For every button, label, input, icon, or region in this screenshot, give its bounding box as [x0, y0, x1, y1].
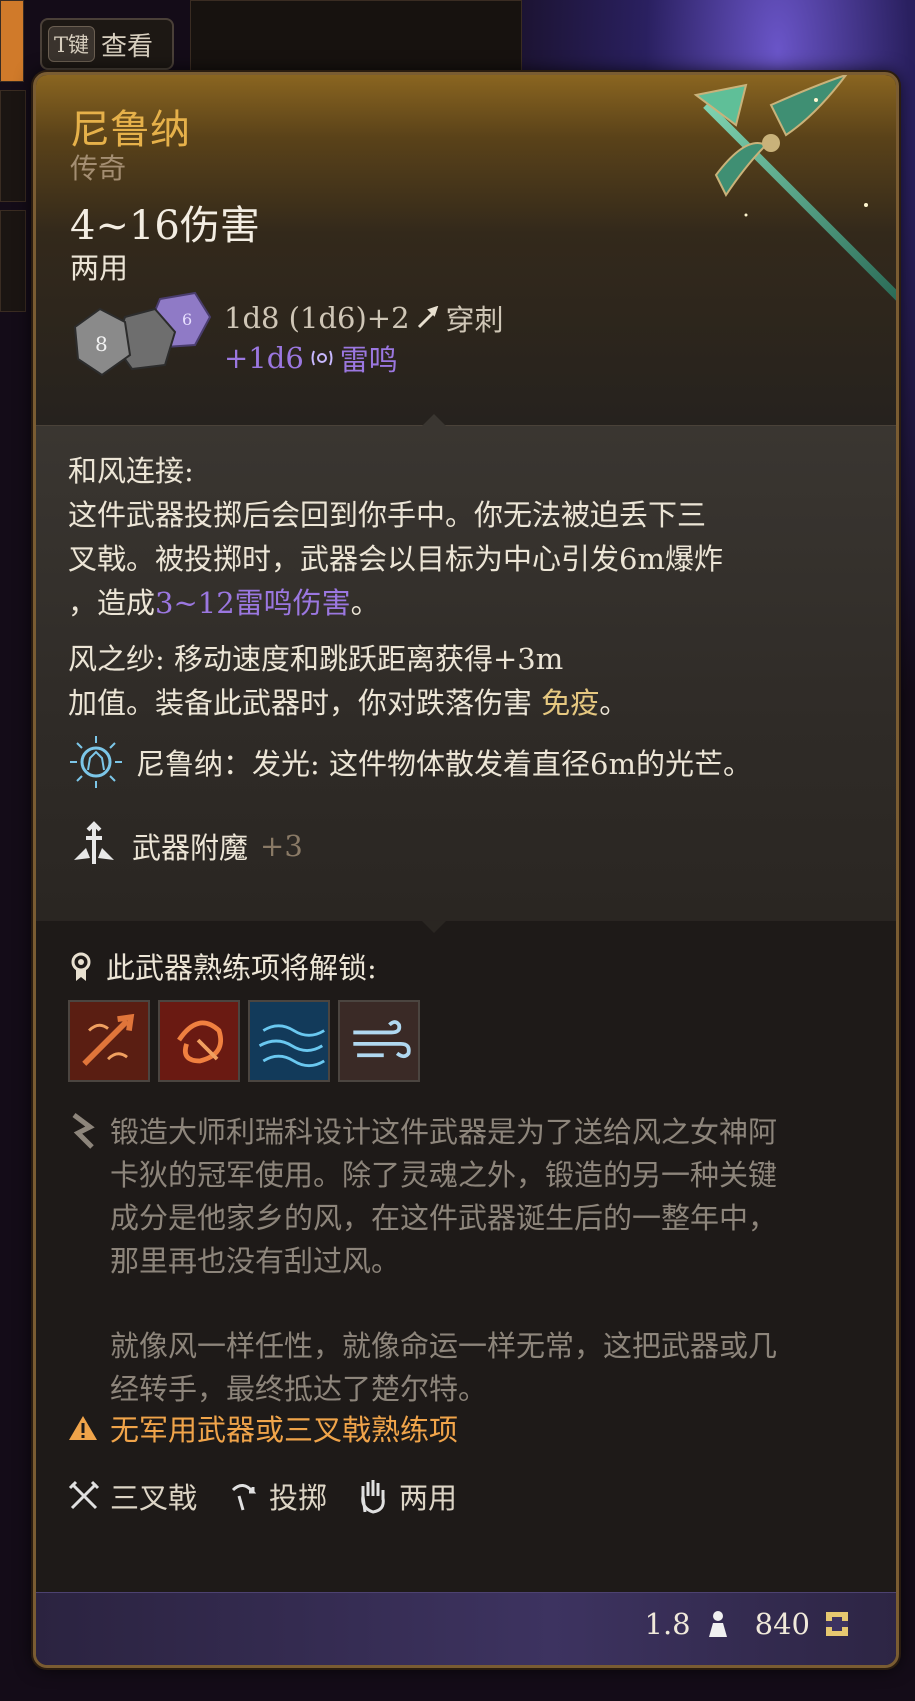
passive-line: 加值。装备此武器时，你对跌落伤害 免疫。	[68, 680, 628, 726]
proficiency-unlock-label: 此武器熟练项将解锁:	[106, 951, 377, 985]
bonus-damage-type: 雷鸣	[339, 343, 398, 377]
lore-line: 经转手，最终抵达了楚尔特。	[110, 1372, 488, 1406]
lore-line: 卡狄的冠军使用。除了灵魂之外，锻造的另一种关键	[110, 1158, 778, 1192]
background-panel	[0, 90, 26, 202]
lore-quill-icon	[72, 1113, 95, 1149]
bonus-damage-line: +1d6 雷鸣	[224, 337, 398, 379]
ability-line3-suffix: 。	[350, 586, 380, 620]
item-tooltip: 尼鲁纳 传奇 4~16伤害 两用 6 8 1d8 (1d6)+2 穿刺 +1d6…	[33, 72, 899, 1668]
tidal-flurry-icon[interactable]	[248, 1000, 330, 1082]
tag-weapon-type: 三叉戟	[68, 1475, 197, 1517]
proficiency-icon	[71, 952, 91, 981]
lore-line: 锻造大师利瑞科设计这件武器是为了送给风之女神阿	[110, 1115, 778, 1149]
damage-dice-text: 1d8 (1d6)+2	[224, 301, 410, 335]
tag-thrown: 投掷	[227, 1475, 327, 1517]
warning-text: 无军用武器或三叉戟熟练项	[110, 1413, 459, 1447]
lore-line: 那里再也没有刮过风。	[110, 1244, 401, 1278]
damage-dice-line: 1d8 (1d6)+2 穿刺	[224, 297, 504, 339]
tooltip-footer: 1.8 840	[36, 1592, 896, 1665]
piercing-icon	[417, 306, 438, 329]
section-divider	[422, 414, 446, 426]
immunity-highlight: 免疫	[541, 686, 600, 720]
damage-range: 4~16伤害	[70, 203, 260, 249]
gold-coin-icon	[826, 1612, 848, 1636]
hotkey-badge: T键	[48, 26, 96, 62]
section-divider	[422, 921, 446, 933]
background-panel	[0, 0, 24, 82]
wind-gust-icon[interactable]	[338, 1000, 420, 1082]
light-aura-icon	[70, 736, 122, 788]
crossed-weapons-icon	[68, 1480, 100, 1510]
proficiency-unlock-row: 此武器熟练项将解锁:	[68, 945, 377, 987]
svg-text:8: 8	[95, 332, 108, 356]
passive-line: 风之纱: 移动速度和跳跃距离获得+3m	[68, 642, 564, 676]
light-property: 尼鲁纳：发光: 这件物体散发着直径6m的光芒。	[68, 734, 752, 790]
thrown-label: 投掷	[269, 1481, 328, 1515]
light-text: 尼鲁纳：发光: 这件物体散发着直径6m的光芒。	[136, 747, 752, 781]
ability-title: 和风连接:	[68, 454, 194, 488]
trident-icon	[693, 75, 896, 301]
ability-line: 这件武器投掷后会回到你手中。你无法被迫丢下三	[68, 498, 707, 532]
lore-line: 成分是他家乡的风，在这件武器诞生后的一整年中，	[110, 1201, 778, 1235]
passive-line2-suffix: 。	[599, 686, 629, 720]
enchantment-property: 武器附魔 +3	[68, 820, 303, 872]
cleaving-spin-icon[interactable]	[158, 1000, 240, 1082]
hand-icon	[361, 1480, 385, 1514]
item-rarity: 传奇	[70, 152, 127, 185]
weight-value: 1.8	[644, 1607, 691, 1641]
proficiency-warning: 无军用武器或三叉戟熟练项	[68, 1407, 458, 1449]
examine-hint[interactable]: T键 查看	[40, 18, 174, 70]
description-section: 和风连接: 这件武器投掷后会回到你手中。你无法被迫丢下三 叉戟。被投掷时，武器会…	[36, 414, 896, 921]
thrown-icon	[231, 1484, 257, 1511]
proficiency-action-list	[68, 1000, 420, 1082]
enchantment-label: 武器附魔	[132, 831, 249, 865]
enchantment-value: +3	[260, 829, 303, 863]
passive-line2-prefix: 加值。装备此武器时，你对跌落伤害	[68, 686, 542, 720]
lore-line: 就像风一样任性，就像命运一样无常，这把武器或几	[110, 1329, 778, 1363]
weapon-enchantment-icon	[74, 821, 114, 864]
background-panel	[0, 210, 26, 312]
piercing-strike-icon[interactable]	[68, 1000, 150, 1082]
weapon-type-label: 三叉戟	[110, 1481, 198, 1515]
background-panel	[190, 0, 522, 72]
svg-text:6: 6	[182, 310, 192, 329]
tooltip-header: 尼鲁纳 传奇 4~16伤害 两用 6 8 1d8 (1d6)+2 穿刺 +1d6…	[36, 75, 896, 425]
examine-label: 查看	[101, 31, 154, 62]
thunder-damage-highlight: 3~12雷鸣伤害	[155, 586, 351, 620]
item-stats: 1.8 840	[645, 1607, 850, 1641]
thunder-icon	[311, 350, 333, 366]
damage-dice-icon: 6 8	[73, 291, 212, 377]
versatile-label: 两用	[399, 1481, 458, 1515]
ability-line3-prefix: ，造成	[68, 586, 156, 620]
warning-icon	[69, 1416, 97, 1440]
weapon-tags: 三叉戟 投掷 两用	[68, 1475, 457, 1517]
bonus-dice-text: +1d6	[224, 341, 304, 375]
weight-icon	[708, 1611, 727, 1637]
tag-versatile: 两用	[357, 1475, 457, 1517]
damage-type: 穿刺	[445, 303, 504, 337]
ability-line: 叉戟。被投掷时，武器会以目标为中心引发6m爆炸	[68, 542, 723, 576]
price-value: 840	[754, 1607, 810, 1641]
handedness: 两用	[70, 251, 129, 285]
ability-line: ，造成3~12雷鸣伤害。	[68, 580, 380, 626]
